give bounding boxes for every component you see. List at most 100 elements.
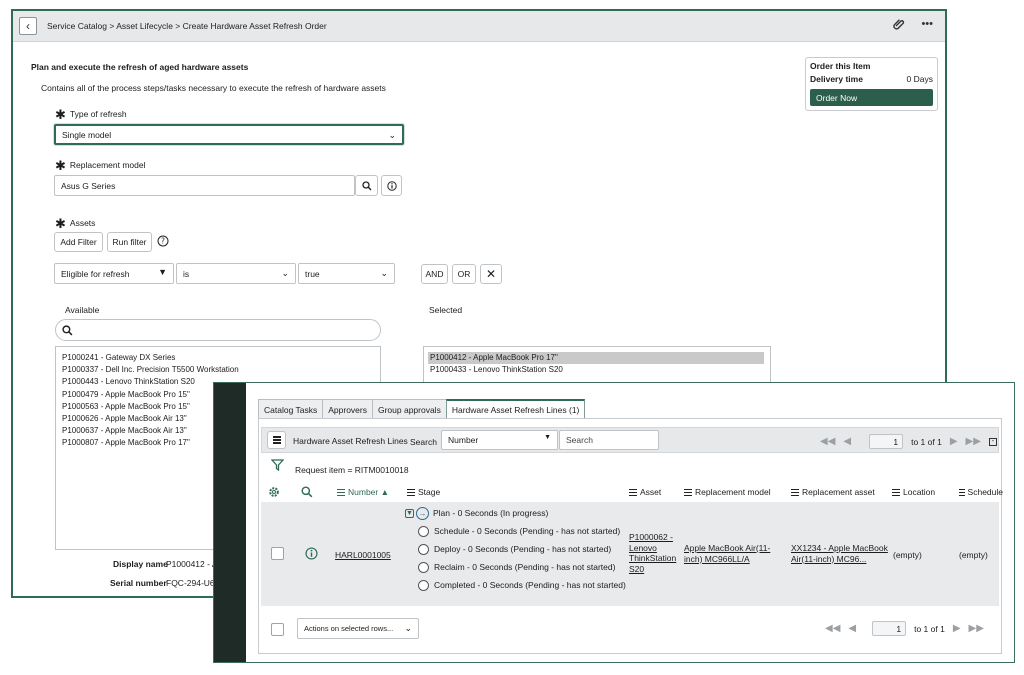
search-input[interactable]: Search	[559, 430, 659, 450]
serial-number-value: FQC-294-U60	[166, 578, 220, 588]
paperclip-icon[interactable]	[893, 18, 905, 33]
chevron-left-icon: ‹	[26, 19, 30, 33]
required-icon: ✱	[55, 158, 66, 173]
last-page-icon[interactable]: ▶▶	[969, 623, 984, 634]
search-label: Search	[410, 437, 437, 447]
row-checkbox[interactable]	[271, 547, 284, 560]
tab-approvers[interactable]: Approvers	[322, 399, 373, 419]
column-header-replacement-model[interactable]: Replacement model	[684, 487, 771, 498]
more-options-icon[interactable]: •••	[921, 18, 933, 33]
personalize-list-icon[interactable]	[268, 486, 280, 498]
table-row[interactable]: HARL0001005 ▼ → Plan - 0 Seconds (In pro…	[261, 502, 999, 606]
column-menu-icon	[959, 487, 965, 498]
lookup-button[interactable]	[355, 175, 378, 196]
stage-item-plan: ▼ → Plan - 0 Seconds (In progress)	[405, 506, 549, 520]
back-button[interactable]: ‹	[19, 17, 37, 35]
column-header-number[interactable]: Number ▲	[337, 487, 389, 498]
delivery-row: Delivery time 0 Days	[810, 74, 933, 84]
record-number-link[interactable]: HARL0001005	[335, 550, 391, 560]
first-page-icon[interactable]: ◀◀	[820, 436, 835, 447]
replacement-model-link[interactable]: Apple MacBook Air(11- inch) MC966LL/A	[684, 543, 770, 564]
stage-list: ▼ → Plan - 0 Seconds (In progress) Sched…	[405, 504, 626, 594]
tab-catalog-tasks[interactable]: Catalog Tasks	[258, 399, 324, 419]
collapse-stages-icon[interactable]: ▼	[405, 508, 414, 518]
filter-icon[interactable]	[270, 459, 285, 473]
prev-page-icon[interactable]: ◀	[843, 436, 851, 447]
list-item[interactable]: P1000241 - Gateway DX Series	[62, 352, 374, 364]
breadcrumb: Service Catalog > Asset Lifecycle > Crea…	[47, 21, 327, 31]
tab-hardware-asset-refresh-lines[interactable]: Hardware Asset Refresh Lines (1)	[445, 399, 586, 419]
preview-info-icon[interactable]	[305, 547, 318, 562]
catalog-header: ‹ Service Catalog > Asset Lifecycle > Cr…	[13, 11, 945, 42]
tab-group-approvals[interactable]: Group approvals	[371, 399, 447, 419]
column-header-replacement-asset[interactable]: Replacement asset	[791, 487, 875, 498]
pending-circle-icon	[418, 561, 429, 573]
next-page-icon[interactable]: ▶	[950, 436, 958, 447]
search-columns-icon[interactable]	[301, 486, 313, 498]
replacement-model-input[interactable]: Asus G Series	[54, 175, 355, 196]
add-filter-button[interactable]: Add Filter	[54, 232, 103, 252]
first-page-icon[interactable]: ◀◀	[825, 623, 840, 634]
triangle-down-icon: ▼	[544, 434, 551, 441]
triangle-down-icon: ▼	[158, 267, 167, 277]
column-header-stage[interactable]: Stage	[407, 487, 440, 498]
nav-strip	[214, 383, 246, 662]
collapse-icon[interactable]: -	[988, 437, 997, 446]
ritm-window: Catalog Tasks Approvers Group approvals …	[213, 382, 1015, 663]
chevron-down-icon: ⌄	[404, 623, 412, 633]
chevron-down-icon: ⌄	[388, 130, 396, 140]
search-icon	[62, 324, 73, 335]
selected-label: Selected	[429, 305, 463, 315]
list-item[interactable]: P1000337 - Dell Inc. Precision T5500 Wor…	[62, 364, 374, 376]
run-filter-button[interactable]: Run filter	[107, 232, 152, 252]
pager-bottom: ◀◀ ◀ 1 to 1 of 1 ▶ ▶▶	[825, 621, 984, 636]
pending-circle-icon	[418, 525, 429, 537]
type-of-refresh-select[interactable]: Single model ⌄	[54, 124, 404, 145]
stage-item-completed: Completed - 0 Seconds (Pending - has not…	[418, 576, 626, 594]
available-search-input[interactable]	[55, 319, 381, 341]
serial-number-label: Serial number	[110, 578, 167, 588]
list-item[interactable]: P1000412 - Apple MacBook Pro 17"	[428, 352, 764, 365]
info-button[interactable]	[381, 175, 402, 196]
last-page-icon[interactable]: ▶▶	[966, 436, 981, 447]
breadcrumb-item-service-catalog[interactable]: Service Catalog	[47, 21, 107, 31]
breadcrumb-separator: >	[172, 21, 183, 31]
list-toolbar: Hardware Asset Refresh Lines Search Numb…	[261, 427, 999, 453]
asset-link[interactable]: P1000062 - Lenovo ThinkStation S20	[629, 532, 676, 574]
breadcrumb-item-asset-lifecycle[interactable]: Asset Lifecycle	[116, 21, 173, 31]
prev-page-icon[interactable]: ◀	[848, 623, 856, 634]
required-icon: ✱	[55, 107, 66, 122]
type-of-refresh-label: ✱ Type of refresh	[55, 107, 127, 122]
stage-item-reclaim: Reclaim - 0 Seconds (Pending - has not s…	[418, 558, 626, 576]
page-input[interactable]: 1	[869, 434, 904, 449]
column-menu-icon	[337, 487, 345, 498]
order-title: Order this Item	[810, 61, 871, 71]
replacement-asset-link[interactable]: XX1234 - Apple MacBook Air(11-inch) MC96…	[791, 543, 888, 564]
select-all-checkbox[interactable]	[271, 623, 284, 636]
list-item[interactable]: P1000433 - Lenovo ThinkStation S20	[430, 364, 764, 376]
column-header-asset[interactable]: Asset	[629, 487, 661, 498]
filter-operator-select[interactable]: is ⌄	[176, 263, 296, 284]
column-menu-icon	[684, 487, 692, 498]
breadcrumb-item-current: Create Hardware Asset Refresh Order	[182, 21, 327, 31]
next-page-icon[interactable]: ▶	[953, 623, 961, 634]
and-button[interactable]: AND	[421, 264, 448, 284]
actions-select[interactable]: Actions on selected rows... ⌄	[297, 618, 419, 639]
list-menu-button[interactable]	[267, 431, 286, 449]
breadcrumb-separator: >	[107, 21, 117, 31]
column-menu-icon	[629, 487, 637, 498]
or-button[interactable]: OR	[452, 264, 476, 284]
filter-field-select[interactable]: Eligible for refresh ▼	[54, 263, 174, 284]
filter-breadcrumb[interactable]: Request item = RITM0010018	[295, 465, 409, 475]
available-label: Available	[65, 305, 100, 315]
help-icon[interactable]: ?	[157, 235, 169, 249]
page-input[interactable]: 1	[872, 621, 907, 636]
hamburger-icon	[272, 435, 281, 446]
filter-value-select[interactable]: true ⌄	[298, 263, 395, 284]
item-description: Contains all of the process steps/tasks …	[41, 83, 386, 93]
column-header-schedule[interactable]: Schedule	[959, 487, 1003, 498]
remove-filter-button[interactable]: ✕	[480, 264, 502, 284]
order-now-button[interactable]: Order Now	[810, 89, 933, 106]
search-field-select[interactable]: Number ▼	[441, 430, 558, 450]
column-header-location[interactable]: Location	[892, 487, 935, 498]
